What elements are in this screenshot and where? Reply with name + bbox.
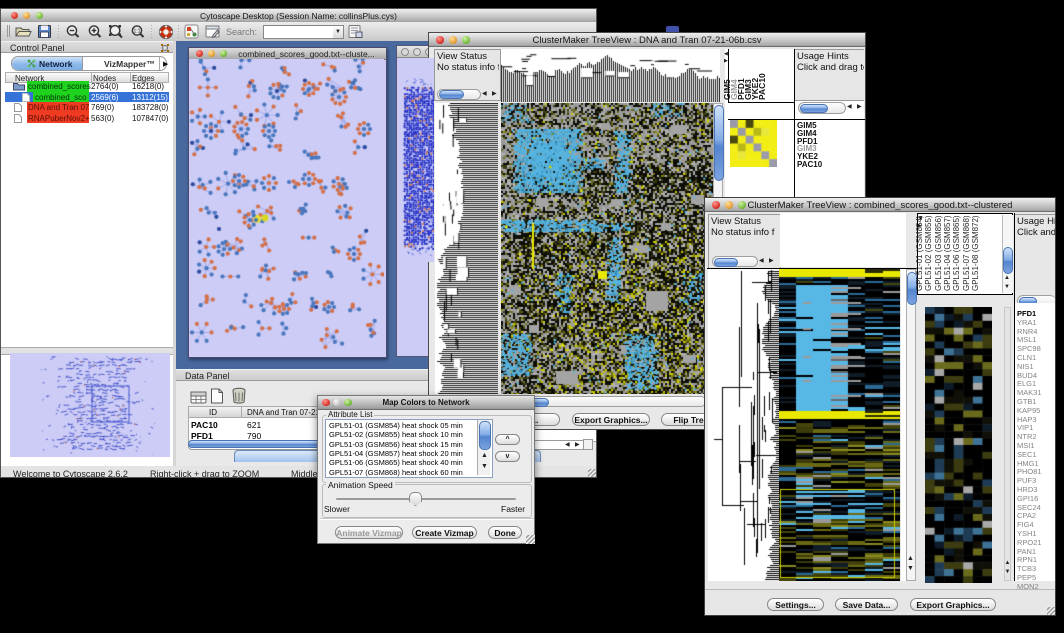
svg-text:1:1: 1:1 xyxy=(134,29,141,35)
